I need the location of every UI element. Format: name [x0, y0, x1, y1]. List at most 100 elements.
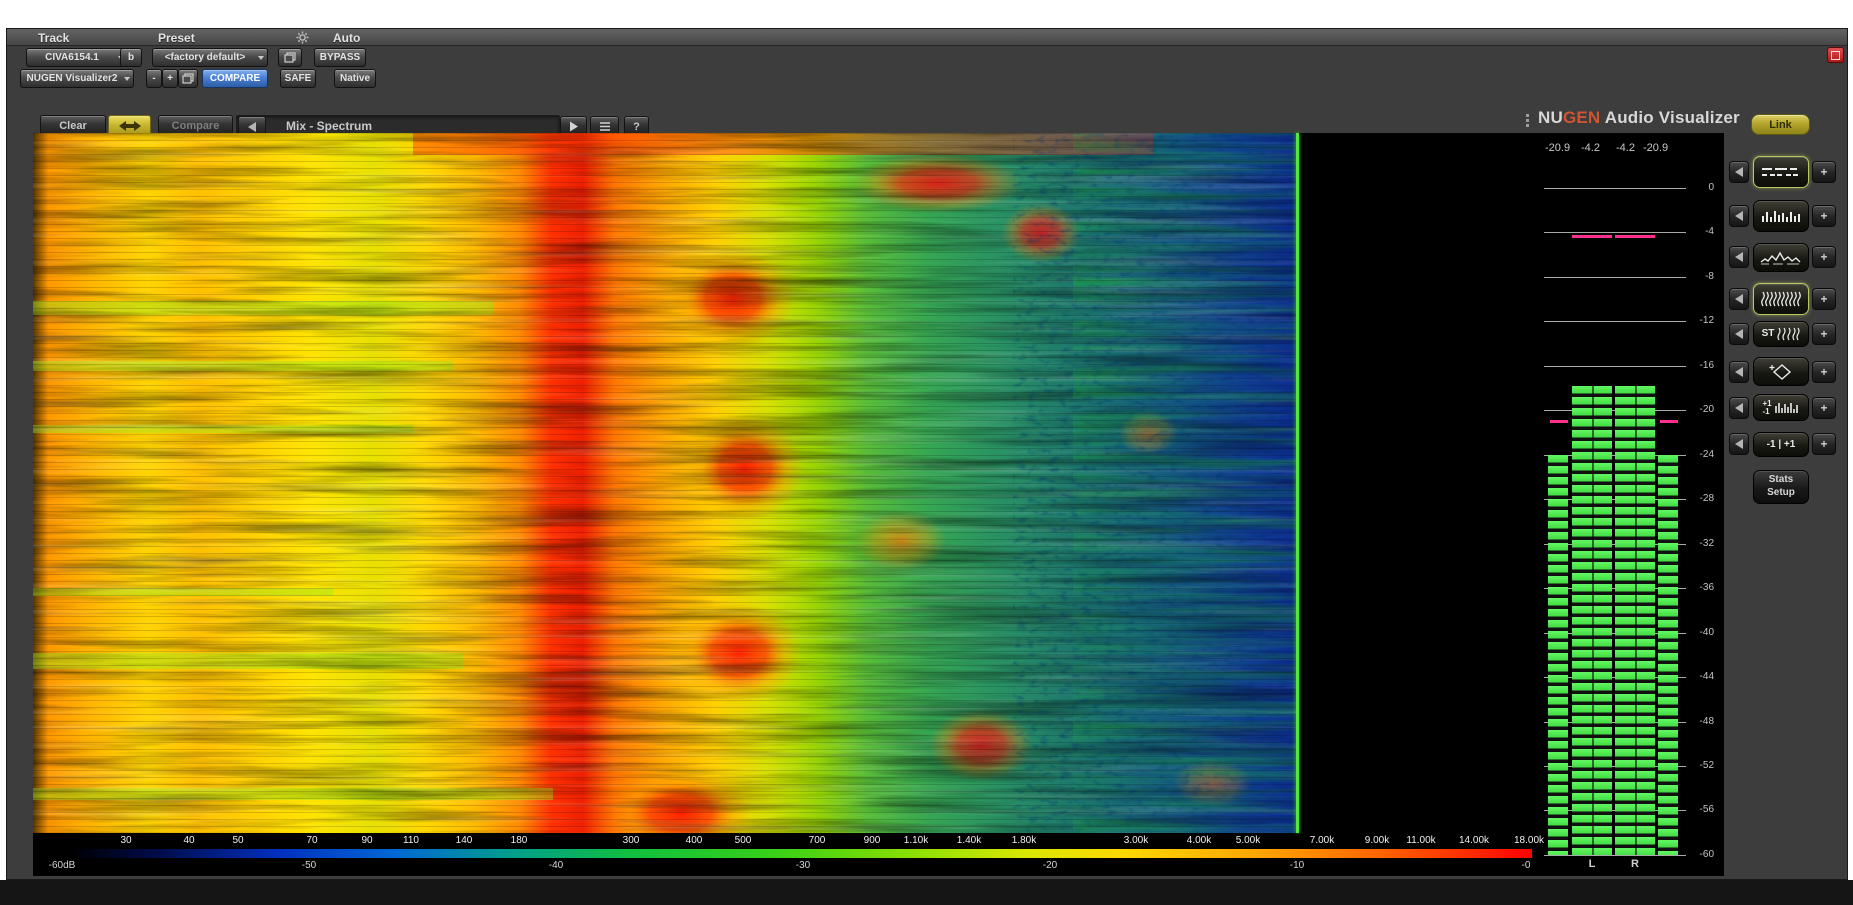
- meter-scale-label: -48: [1699, 716, 1714, 727]
- db-tick: -20: [1042, 860, 1058, 871]
- meter-bar-R-main: [1615, 386, 1655, 855]
- daw-header-labelbar: Track Preset Auto: [7, 29, 1847, 46]
- bypass-button[interactable]: BYPASS: [314, 48, 366, 67]
- meter-scale-label: -40: [1699, 627, 1714, 638]
- time-cursor-line: [1296, 133, 1299, 833]
- stats-label-line1: Stats: [1768, 474, 1794, 485]
- peak-hold-R-main: [1615, 235, 1655, 238]
- expand-button[interactable]: +: [1812, 288, 1836, 310]
- left-triangle-icon: [1735, 367, 1743, 377]
- collapse-button[interactable]: [1729, 323, 1749, 345]
- peaks-waveform-icon: [1760, 251, 1801, 265]
- collapse-button[interactable]: [1729, 397, 1749, 419]
- bypass-label: BYPASS: [319, 52, 361, 63]
- freq-tick: 1.40k: [956, 835, 982, 846]
- db-tick: -10: [1289, 860, 1305, 871]
- channel-label-right: R: [1631, 858, 1639, 870]
- compare-view-label: Compare: [171, 120, 220, 132]
- freq-tick: 90: [361, 835, 373, 846]
- freq-tick: 70: [306, 835, 318, 846]
- insert-slot-button[interactable]: b: [120, 48, 142, 67]
- freq-tick: 30: [120, 835, 132, 846]
- collapse-button[interactable]: [1729, 361, 1749, 383]
- collapse-button[interactable]: [1729, 433, 1749, 455]
- view-button-spectrum-lines[interactable]: [1753, 156, 1809, 188]
- view-button-vectorscope[interactable]: [1753, 357, 1809, 386]
- freq-tick: 50: [232, 835, 244, 846]
- meter-readout: -20.9: [1545, 142, 1571, 154]
- collapse-button[interactable]: [1729, 246, 1749, 268]
- plugin-selector[interactable]: NUGEN Visualizer2: [20, 69, 134, 88]
- freq-tick: 5.00k: [1235, 835, 1261, 846]
- meter-scale-line: [1544, 855, 1686, 856]
- left-triangle-icon: [1735, 329, 1743, 339]
- meter-bar-L-outer: [1548, 455, 1568, 855]
- list-icon: [599, 121, 611, 132]
- view-button-spectrogram[interactable]: [1753, 283, 1809, 315]
- compare-button[interactable]: COMPARE: [202, 69, 268, 88]
- view-button-stereo-spectrogram[interactable]: ST: [1753, 321, 1809, 347]
- copy-settings-icon[interactable]: [178, 69, 198, 88]
- expand-button[interactable]: +: [1812, 397, 1836, 419]
- preset-selector[interactable]: <factory default>: [152, 48, 268, 67]
- collapse-button[interactable]: [1729, 205, 1749, 227]
- view-button-correlation-history[interactable]: +1 -1: [1753, 394, 1809, 421]
- left-triangle-icon: [1735, 211, 1743, 221]
- expand-button[interactable]: +: [1812, 361, 1836, 383]
- view-button-correlation-meter[interactable]: -1 | +1: [1753, 432, 1809, 457]
- expand-button[interactable]: +: [1812, 205, 1836, 227]
- collapse-button[interactable]: [1729, 288, 1749, 310]
- track-name: CIVA6154.1: [45, 52, 99, 63]
- freq-tick: 14.00k: [1458, 835, 1490, 846]
- native-button[interactable]: Native: [334, 69, 376, 88]
- compare-label: COMPARE: [209, 73, 261, 84]
- expand-button[interactable]: +: [1812, 246, 1836, 268]
- meter-scale-line: [1544, 232, 1686, 233]
- preset-folder-icon[interactable]: [278, 48, 302, 67]
- safe-label: SAFE: [284, 73, 312, 84]
- help-label: ?: [633, 120, 640, 133]
- stats-setup-button[interactable]: Stats Setup: [1753, 470, 1809, 504]
- view-button-spectrum-bars[interactable]: [1753, 200, 1809, 232]
- preset-gear-icon[interactable]: [296, 31, 309, 44]
- freq-tick: 18.00k: [1513, 835, 1545, 846]
- expand-button[interactable]: +: [1812, 433, 1836, 455]
- link-button[interactable]: Link: [1751, 114, 1810, 135]
- logo-dots-icon: [1526, 114, 1529, 127]
- window-bottom-strip: [0, 880, 1853, 905]
- freq-tick: 3.00k: [1123, 835, 1149, 846]
- plus-label: +: [167, 73, 173, 84]
- preset-name: <factory default>: [164, 52, 246, 63]
- peak-hold-L-main: [1572, 235, 1612, 238]
- meter-readout: -4.2: [1581, 142, 1600, 154]
- corr-minus-label: -1: [1762, 406, 1770, 416]
- meter-scale-label: -8: [1705, 271, 1714, 282]
- meter-scale-label: -44: [1699, 671, 1714, 682]
- meter-bar-R-outer: [1658, 455, 1678, 855]
- view-title: Mix - Spectrum: [286, 119, 373, 133]
- db-gradient-bar: [75, 849, 1532, 858]
- left-triangle-icon: [1735, 439, 1743, 449]
- meter-scale-line: [1544, 321, 1686, 322]
- collapse-button[interactable]: [1729, 161, 1749, 183]
- left-triangle-icon: [1735, 294, 1743, 304]
- expand-button[interactable]: +: [1812, 161, 1836, 183]
- spectrogram-icon: [1761, 291, 1801, 307]
- preset-plus-button[interactable]: +: [162, 69, 178, 88]
- app-logo: NUGEN Audio Visualizer: [1538, 108, 1740, 128]
- safe-button[interactable]: SAFE: [280, 69, 316, 88]
- freq-tick: 40: [183, 835, 195, 846]
- db-tick: -30: [795, 860, 811, 871]
- meter-scale-label: -4: [1705, 226, 1714, 237]
- freq-tick: 110: [403, 835, 419, 846]
- auto-label: Auto: [333, 31, 361, 45]
- meter-scale-label: -20: [1699, 404, 1714, 415]
- histogram-icon: [1762, 211, 1800, 222]
- target-button[interactable]: [1827, 47, 1844, 63]
- preset-minus-button[interactable]: -: [146, 69, 162, 88]
- plugin-name: NUGEN Visualizer2: [26, 73, 118, 84]
- clear-label: Clear: [59, 120, 87, 132]
- view-button-spectrum-peaks[interactable]: [1753, 243, 1809, 272]
- track-selector[interactable]: CIVA6154.1: [26, 48, 128, 67]
- expand-button[interactable]: +: [1812, 323, 1836, 345]
